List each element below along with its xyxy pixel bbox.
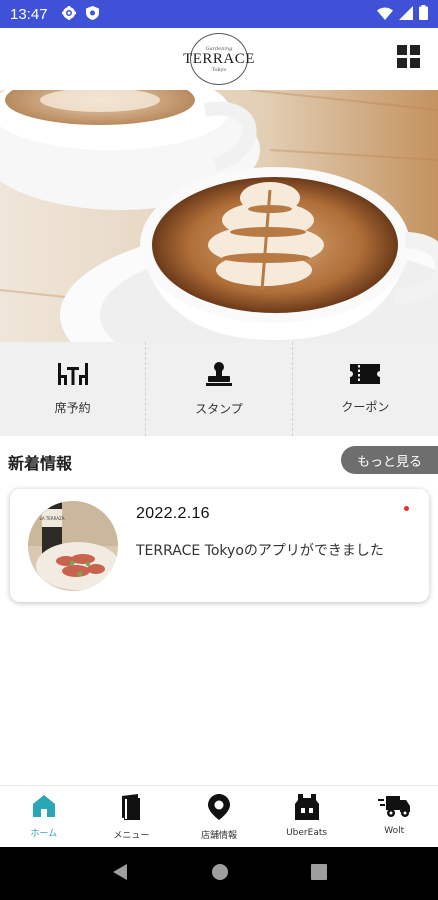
nav-home-label: ホーム [30, 829, 58, 839]
logo-sub-text: Tokyo [211, 66, 227, 73]
nav-home[interactable]: ホーム [0, 786, 88, 847]
quick-actions: 席予約 スタンプ クーポン [0, 342, 438, 436]
stamp-icon [205, 361, 232, 390]
nav-wolt-label: Wolt [384, 826, 405, 836]
news-thumbnail: LA TERRAZA [28, 501, 118, 591]
nav-ubereats[interactable]: UberEats [263, 786, 351, 847]
nav-menu-label: メニュー [113, 831, 150, 841]
battery-icon [419, 4, 428, 24]
app-header: Gardening TERRACE Tokyo [0, 28, 438, 90]
unread-dot [404, 506, 409, 511]
news-card[interactable]: LA TERRAZA 2022.2.16 TERRACE Tokyoのアプリがで… [10, 489, 429, 602]
status-bar: 13:47 [0, 0, 438, 28]
status-icons-right [377, 4, 428, 24]
news-thumbnail-label: LA TERRAZA [40, 516, 65, 521]
hero-image [0, 90, 438, 342]
nav-menu[interactable]: メニュー [88, 786, 176, 847]
signal-icon [399, 5, 413, 24]
grid-icon[interactable] [397, 45, 421, 69]
ticket-icon [350, 363, 381, 388]
logo-main-text: TERRACE [183, 50, 255, 67]
system-nav [0, 847, 438, 900]
nav-store-info[interactable]: 店舗情報 [175, 786, 263, 847]
action-reservation[interactable]: 席予約 [0, 342, 147, 436]
bottom-nav: ホーム メニュー 店舗情報 UberEats Wolt [0, 785, 438, 847]
book-icon [120, 794, 142, 824]
home-circle-icon[interactable] [211, 863, 229, 885]
delivery-truck-icon [378, 794, 411, 822]
status-icons-left [61, 5, 99, 24]
home-icon [32, 794, 56, 822]
logo: Gardening TERRACE Tokyo [183, 33, 254, 85]
action-stamp-label: スタンプ [195, 401, 243, 416]
news-date: 2022.2.16 [136, 505, 210, 522]
location-pin-icon [207, 794, 230, 824]
news-section-title: 新着情報 [8, 454, 73, 473]
shield-icon [85, 5, 99, 24]
settings-icon [61, 5, 76, 24]
delivery-bag-icon [294, 794, 319, 824]
action-stamp[interactable]: スタンプ [146, 342, 293, 436]
recents-icon[interactable] [311, 863, 327, 884]
wifi-icon [377, 5, 393, 24]
action-coupon-label: クーポン [341, 399, 390, 414]
news-text: TERRACE Tokyoのアプリができました [136, 543, 384, 559]
action-reservation-label: 席予約 [54, 400, 91, 415]
action-coupon[interactable]: クーポン [293, 342, 438, 436]
more-button[interactable]: もっと見る [341, 446, 438, 474]
status-time: 13:47 [10, 5, 48, 23]
back-icon[interactable] [111, 863, 129, 885]
nav-store-info-label: 店舗情報 [200, 831, 237, 841]
table-icon [57, 362, 88, 389]
nav-wolt[interactable]: Wolt [350, 786, 438, 847]
nav-ubereats-label: UberEats [286, 828, 328, 838]
